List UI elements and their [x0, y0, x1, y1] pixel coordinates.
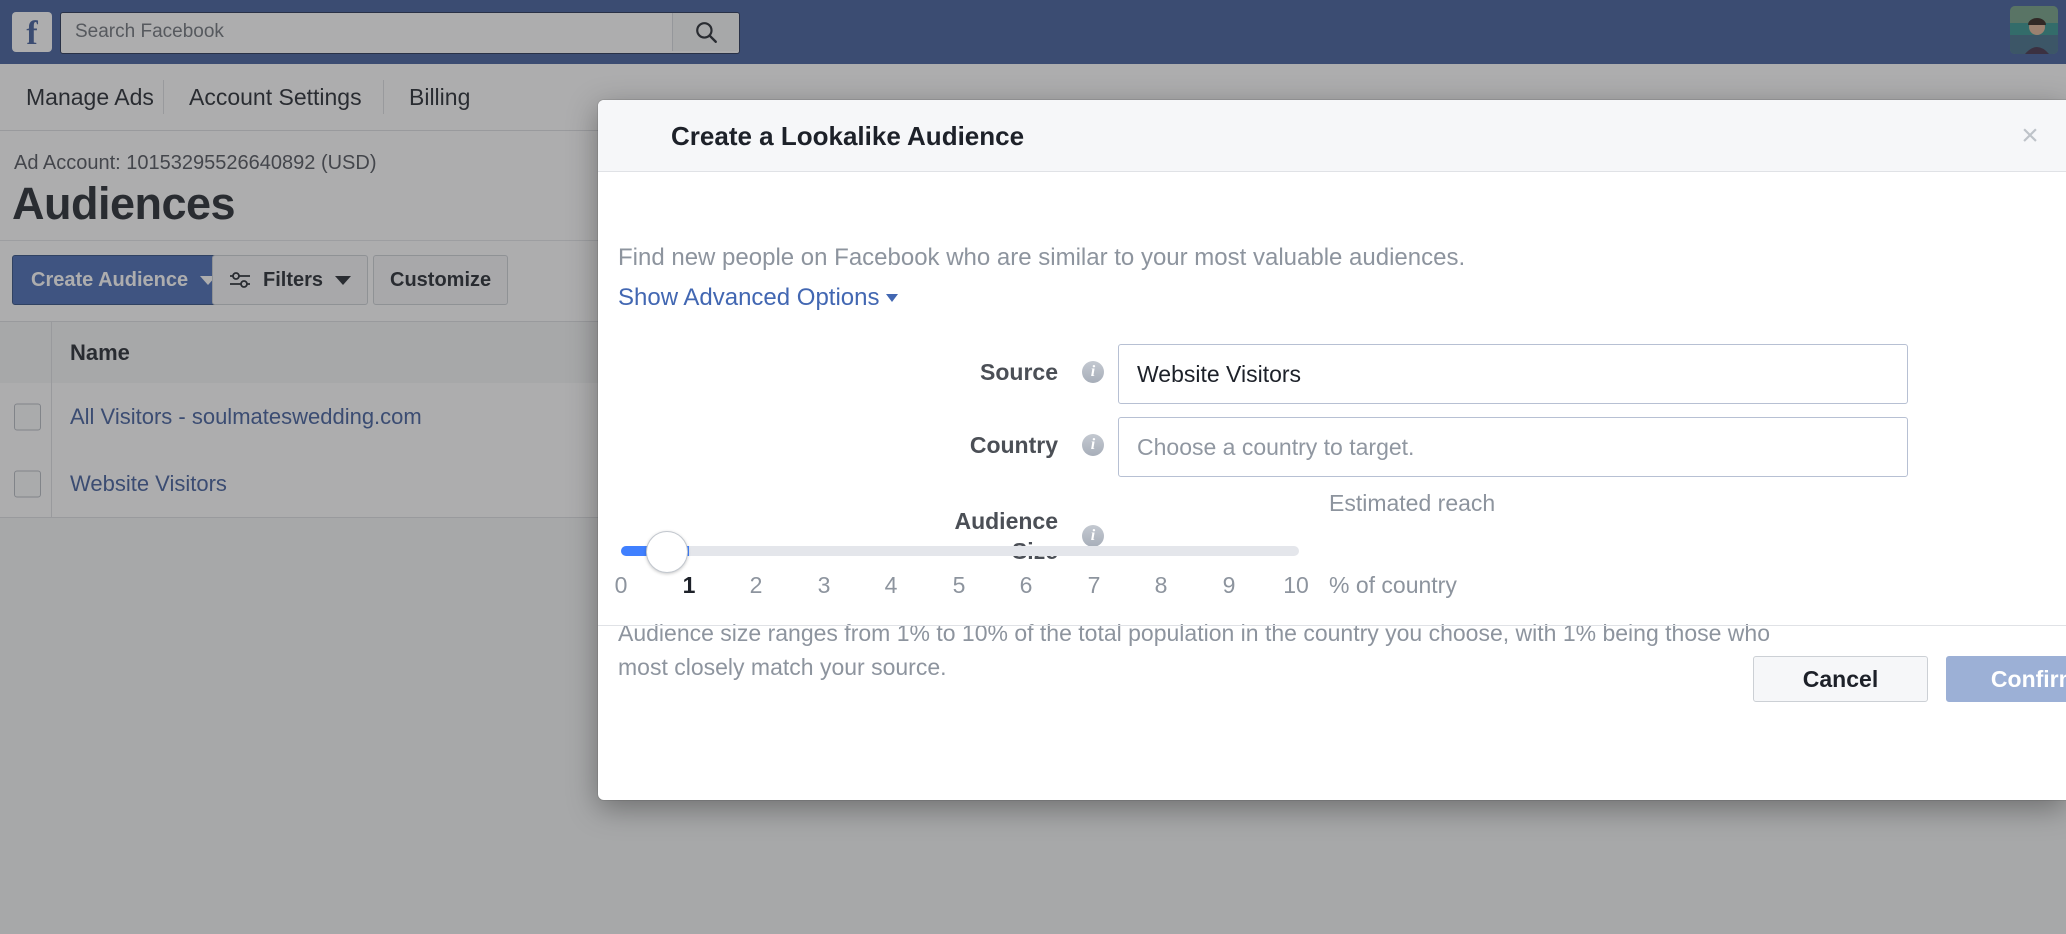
tick-7: 7: [1074, 572, 1114, 599]
close-icon[interactable]: ×: [2008, 114, 2052, 158]
dialog-body: Find new people on Facebook who are simi…: [598, 172, 2066, 625]
create-lookalike-audience-dialog: Create a Lookalike Audience × Find new p…: [598, 100, 2066, 800]
confirm-button[interactable]: Confirm: [1946, 656, 2066, 702]
cancel-label: Cancel: [1803, 666, 1878, 693]
tick-4: 4: [871, 572, 911, 599]
cancel-button[interactable]: Cancel: [1753, 656, 1928, 702]
info-icon[interactable]: i: [1082, 361, 1104, 383]
info-icon[interactable]: i: [1082, 525, 1104, 547]
audience-size-slider-track[interactable]: [621, 546, 1299, 556]
country-label: Country: [848, 430, 1058, 460]
tick-8: 8: [1141, 572, 1181, 599]
show-advanced-options-link[interactable]: Show Advanced Options: [618, 284, 898, 312]
confirm-label: Confirm: [1991, 666, 2066, 693]
dialog-lead-text: Find new people on Facebook who are simi…: [618, 244, 1918, 272]
source-label: Source: [848, 357, 1058, 387]
country-input[interactable]: Choose a country to target.: [1118, 417, 1908, 477]
audience-size-slider-thumb[interactable]: [646, 531, 688, 573]
facebook-ads-audiences-page: f: [0, 0, 2066, 934]
audience-size-unit-label: % of country: [1329, 572, 1457, 599]
tick-6: 6: [1006, 572, 1046, 599]
tick-0: 0: [601, 572, 641, 599]
tick-9: 9: [1209, 572, 1249, 599]
audience-size-label-line1: Audience: [848, 506, 1058, 536]
chevron-down-icon: [886, 294, 898, 302]
dialog-title: Create a Lookalike Audience: [671, 100, 1024, 172]
tick-10: 10: [1276, 572, 1316, 599]
info-icon[interactable]: i: [1082, 434, 1104, 456]
tick-5: 5: [939, 572, 979, 599]
dialog-footer: Cancel Confirm: [598, 625, 2066, 729]
estimated-reach-label: Estimated reach: [1329, 490, 1495, 517]
show-advanced-options-label: Show Advanced Options: [618, 284, 880, 312]
tick-1: 1: [669, 572, 709, 599]
source-input[interactable]: Website Visitors: [1118, 344, 1908, 404]
tick-2: 2: [736, 572, 776, 599]
audience-size-tick-labels: 0 1 2 3 4 5 6 7 8 9 10: [621, 572, 1299, 602]
tick-3: 3: [804, 572, 844, 599]
